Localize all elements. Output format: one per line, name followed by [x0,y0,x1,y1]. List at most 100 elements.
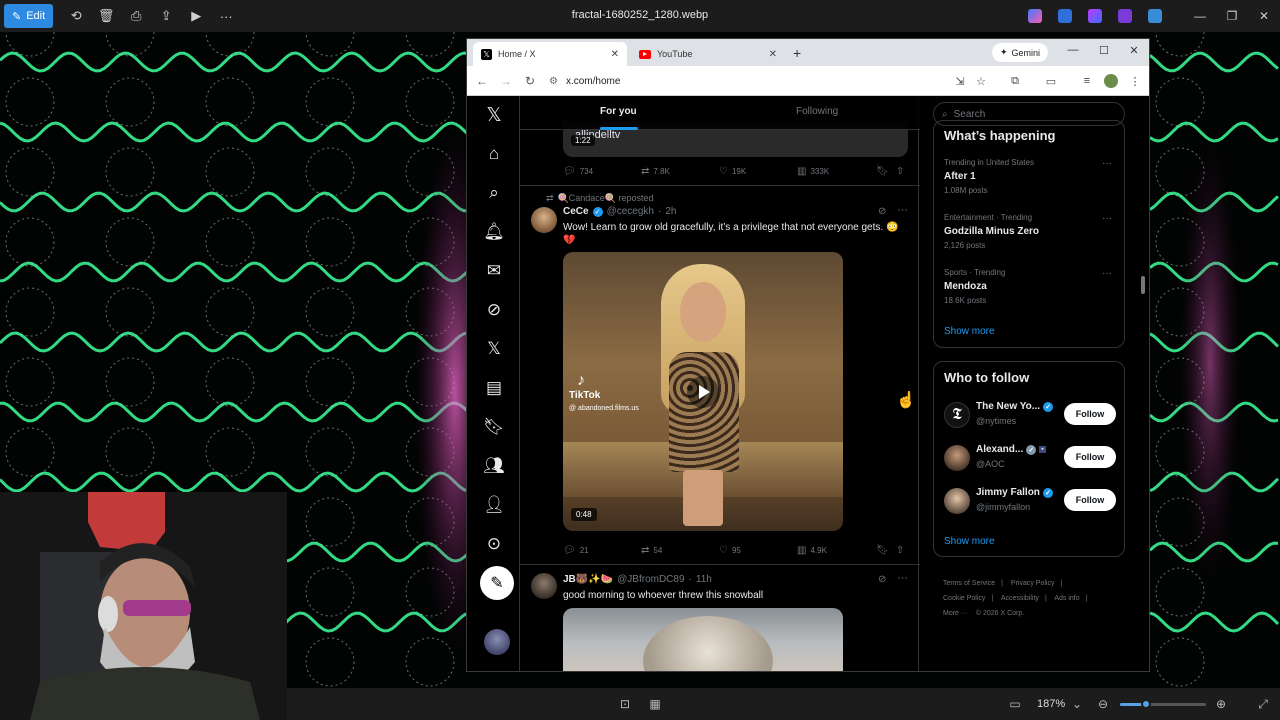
reload-icon[interactable]: ↻ [521,72,539,90]
back-icon[interactable]: ← [473,72,491,90]
app-gradient-icon[interactable] [1088,9,1102,23]
edit-button[interactable]: ✎ Edit [4,4,54,28]
repost-button[interactable]: ⇄ 7.8K [641,166,670,177]
bookmark-button[interactable]: 🔖︎ [876,166,889,177]
repost-indicator[interactable]: ⇄ 🍭Candace🍭 reposted [546,193,654,204]
reply-button[interactable]: 💬︎ 21 [563,545,589,556]
trend-name[interactable]: Mendoza [944,281,987,292]
site-info-icon[interactable]: ⚙ [549,76,558,87]
app-purple-icon[interactable] [1118,9,1132,23]
film-strip-icon[interactable]: ▦ [647,696,663,712]
post-video[interactable]: ♪ TikTok @ abandoned.films.us 0:48 [563,252,843,531]
accessibility-link[interactable]: Accessibility [1001,595,1039,602]
new-tab-icon[interactable]: + [793,45,801,61]
like-button[interactable]: ♡ 19K [719,166,746,177]
zoom-out-icon[interactable]: ⊖ [1095,696,1111,712]
ads-info-link[interactable]: Ads info [1054,595,1079,602]
compose-post-button[interactable]: ✎ [480,566,514,600]
more-options-icon[interactable]: ··· [211,4,241,28]
explore-search-icon[interactable]: ⌕ [483,182,505,204]
account-avatar[interactable] [484,629,510,655]
browser-menu-icon[interactable]: ⋮ [1127,73,1143,89]
post-more-icon[interactable]: ··· [897,572,908,584]
author-name[interactable]: JB🐻✨🍉 [563,574,613,585]
minimize-icon[interactable]: — [1184,0,1216,32]
post-image[interactable] [563,608,843,671]
follow-button[interactable]: Follow [1064,446,1116,468]
x-logo-icon[interactable]: 𝕏 [483,104,505,126]
browser-minimize-icon[interactable]: — [1063,44,1083,56]
profile-avatar-icon[interactable] [1103,73,1119,89]
avatar[interactable] [944,445,970,471]
trend-name[interactable]: Godzilla Minus Zero [944,226,1039,237]
actual-size-icon[interactable]: ▭ [1007,696,1023,712]
bookmarks-icon[interactable]: 🔖︎ [483,416,505,438]
more-link[interactable]: More ··· [943,610,968,617]
play-button-icon[interactable] [687,376,719,408]
author-handle[interactable]: @cecegkh [607,206,654,217]
tab-for-you[interactable]: For you [600,106,637,117]
fit-screen-icon[interactable]: ⊡ [617,696,633,712]
nytimes-logo-icon[interactable]: 𝕿 [944,402,970,428]
avatar[interactable] [944,488,970,514]
author-handle[interactable]: @JBfromDC89 [617,574,684,585]
media-controls-icon[interactable]: ≡ [1079,73,1095,89]
privacy-link[interactable]: Privacy Policy [1011,580,1055,587]
tab-following[interactable]: Following [796,106,838,117]
views-button[interactable]: ▥ 4.9K [797,545,827,556]
post-time[interactable]: 2h [665,206,676,217]
sidebar-toggle-icon[interactable]: ▭ [1043,73,1059,89]
share-button[interactable]: ⇧ [896,545,904,556]
lists-icon[interactable]: ▤ [483,377,505,399]
follow-name-row[interactable]: Alexand... ✓ ▪ [976,444,1046,455]
trend-more-icon[interactable]: ··· [1102,268,1112,279]
onedrive-icon[interactable] [1148,9,1162,23]
profile-icon[interactable]: 👤︎ [483,494,505,516]
rotate-icon[interactable]: ⟲ [61,4,91,28]
trend-more-icon[interactable]: ··· [1102,213,1112,224]
print-icon[interactable]: ⎙ [121,4,151,28]
grok-icon[interactable]: ⊘ [483,299,505,321]
tab-home-x[interactable]: 𝕏 Home / X ✕ [473,42,627,66]
avatar[interactable] [531,207,557,233]
more-circle-icon[interactable]: ⊙ [483,533,505,555]
page-scrollbar[interactable] [1139,96,1147,671]
restore-icon[interactable]: ❐ [1216,0,1248,32]
zoom-slider-thumb[interactable] [1140,699,1151,709]
delete-icon[interactable]: 🗑 [91,4,121,28]
home-icon[interactable]: ⌂ [483,143,505,165]
repost-button[interactable]: ⇄ 54 [641,545,662,556]
follow-name-row[interactable]: The New Yo... ✓ [976,401,1054,412]
app-pen-icon[interactable] [1058,9,1072,23]
close-icon[interactable]: ✕ [1248,0,1280,32]
slideshow-icon[interactable]: ▶ [181,4,211,28]
author-name[interactable]: CeCe [563,206,589,217]
gemini-button[interactable]: ✦ Gemini [992,43,1049,62]
premium-x-icon[interactable]: 𝕏 [483,338,505,360]
fullscreen-icon[interactable]: ⤢ [1255,696,1271,712]
tab-close-icon[interactable]: ✕ [611,49,619,60]
avatar[interactable] [531,573,557,599]
forward-icon[interactable]: → [497,72,515,90]
tab-youtube[interactable]: YouTube ✕ [631,42,785,66]
zoom-slider[interactable] [1120,699,1206,709]
follow-name-row[interactable]: Jimmy Fallon ✓ [976,487,1053,498]
post-time[interactable]: 11h [696,574,712,585]
zoom-level[interactable]: 187% [1037,698,1065,710]
messages-envelope-icon[interactable]: ✉ [483,260,505,282]
address-bar[interactable]: ⚙ x.com/home [549,70,969,92]
post-more-icon[interactable]: ··· [897,204,908,216]
reply-button[interactable]: 💬︎ 734 [563,166,593,177]
tab-close-icon[interactable]: ✕ [769,49,777,60]
notifications-bell-icon[interactable]: 🔔︎ [483,221,505,243]
cookie-link[interactable]: Cookie Policy [943,595,985,602]
bookmark-star-icon[interactable]: ☆ [973,73,989,89]
share-button[interactable]: ⇧ [896,166,904,177]
browser-maximize-icon[interactable]: ☐ [1094,44,1114,57]
trends-show-more-link[interactable]: Show more [944,326,995,337]
trend-name[interactable]: After 1 [944,171,976,182]
share-icon[interactable]: ⇪ [151,4,181,28]
communities-icon[interactable]: 👥︎ [483,455,505,477]
follow-show-more-link[interactable]: Show more [944,536,995,547]
grok-explain-icon[interactable]: ⊘ [878,206,886,217]
